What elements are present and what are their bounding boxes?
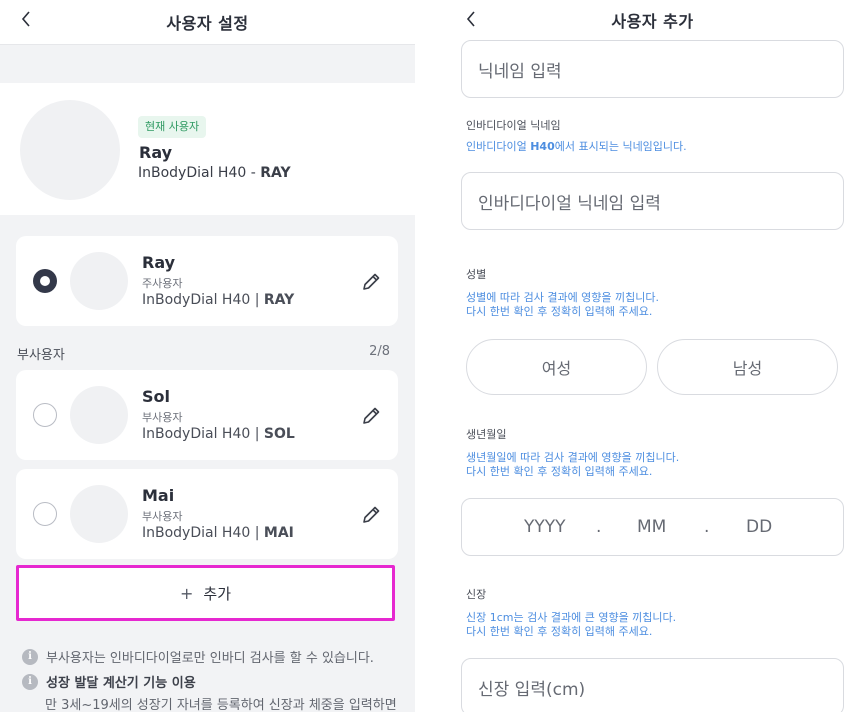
hint-line: 다시 한번 확인 후 정확히 입력해 주세요. <box>466 625 653 638</box>
height-field[interactable]: 신장 입력(cm) <box>461 658 844 712</box>
hint-line: 성별에 따라 검사 결과에 영향을 끼칩니다. <box>466 291 660 304</box>
sub-user-card[interactable]: Sol 부사용자 InBodyDial H40 | SOL <box>16 370 398 460</box>
device-id: RAY <box>260 165 291 181</box>
gender-male-button[interactable]: 남성 <box>657 339 838 395</box>
device-id: SOL <box>263 426 295 442</box>
sub-users-count: 2/8 <box>369 344 390 359</box>
nickname-field[interactable]: 닉네임 입력 <box>461 40 844 98</box>
main-user-card[interactable]: Ray 주사용자 InBodyDial H40 | RAY <box>16 236 398 326</box>
device-prefix: InBodyDial H40 | <box>142 525 264 541</box>
height-label: 신장 <box>466 588 487 601</box>
birth-month-input[interactable]: MM <box>637 517 666 537</box>
add-user-button[interactable]: + 추가 <box>16 565 395 621</box>
info-icon: i <box>22 673 38 690</box>
sub-users-title: 부사용자 <box>17 348 65 363</box>
height-hint: 신장 1cm는 검사 결과에 큰 영향을 끼칩니다. 다시 한번 확인 후 정확… <box>466 611 676 639</box>
user-device: InBodyDial H40 | MAI <box>142 525 294 541</box>
back-button[interactable] <box>459 7 483 31</box>
info-text: 성장 발달 계산기 기능 이용 <box>46 676 196 691</box>
user-role: 부사용자 <box>142 510 183 523</box>
user-name: Ray <box>142 253 176 272</box>
info-text: 부사용자는 인바디다이얼로만 인바디 검사를 할 수 있습니다. <box>46 651 374 666</box>
gender-hint: 성별에 따라 검사 결과에 영향을 끼칩니다. 다시 한번 확인 후 정확히 입… <box>466 291 659 319</box>
plus-icon: + <box>179 583 194 603</box>
user-name: Mai <box>142 486 175 505</box>
sub-user-card[interactable]: Mai 부사용자 InBodyDial H40 | MAI <box>16 469 398 559</box>
hint-line: 생년월일에 따라 검사 결과에 영향을 끼칩니다. <box>466 451 680 464</box>
current-user-badge: 현재 사용자 <box>138 116 207 138</box>
page-title: 사용자 설정 <box>166 14 249 33</box>
hint-line: 신장 1cm는 검사 결과에 큰 영향을 끼칩니다. <box>466 611 677 624</box>
current-user-device: InBodyDial H40 - RAY <box>138 165 291 181</box>
device-prefix: InBodyDial H40 | <box>142 426 264 442</box>
device-prefix: InBodyDial H40 - <box>138 165 261 181</box>
device-prefix: InBodyDial H40 | <box>142 292 264 308</box>
nav-bar: 사용자 설정 <box>0 0 415 45</box>
user-role: 주사용자 <box>142 277 183 290</box>
birthdate-field[interactable]: YYYY . MM . DD <box>461 498 844 556</box>
birth-hint: 생년월일에 따라 검사 결과에 영향을 끼칩니다. 다시 한번 확인 후 정확히… <box>466 451 679 479</box>
pencil-icon[interactable] <box>360 271 382 293</box>
info-subtext: 만 3세~19세의 성장기 자녀를 등록하여 신장과 체중을 입력하면 <box>45 698 397 712</box>
info-note: i 성장 발달 계산기 기능 이용 <box>22 672 196 691</box>
sub-user-radio[interactable] <box>33 502 57 526</box>
sub-user-radio[interactable] <box>33 403 57 427</box>
hint-post: 에서 표시되는 닉네임입니다. <box>554 140 687 153</box>
dial-nickname-label: 인바디다이얼 닉네임 <box>466 119 561 132</box>
current-user-panel: 현재 사용자 Ray InBodyDial H40 - RAY <box>0 83 415 215</box>
nickname-placeholder: 닉네임 입력 <box>478 62 562 82</box>
date-separator: . <box>704 517 710 537</box>
avatar <box>70 485 128 543</box>
gender-label: 성별 <box>466 268 487 281</box>
info-icon: i <box>22 648 38 665</box>
device-id: MAI <box>263 525 294 541</box>
avatar <box>20 100 120 200</box>
height-placeholder: 신장 입력(cm) <box>478 680 586 700</box>
info-note: i 부사용자는 인바디다이얼로만 인바디 검사를 할 수 있습니다. <box>22 647 374 666</box>
current-user-name: Ray <box>139 143 173 162</box>
pencil-icon[interactable] <box>360 405 382 427</box>
birth-label: 생년월일 <box>466 428 507 441</box>
page-title: 사용자 추가 <box>611 12 694 31</box>
sub-users-header: 부사용자 2/8 <box>0 340 415 364</box>
avatar <box>70 252 128 310</box>
hint-pre: 인바디다이얼 <box>466 140 531 153</box>
user-device: InBodyDial H40 | RAY <box>142 292 294 308</box>
dial-nickname-field[interactable]: 인바디다이얼 닉네임 입력 <box>461 172 844 230</box>
avatar <box>70 386 128 444</box>
main-user-radio[interactable] <box>33 269 57 293</box>
hint-line: 다시 한번 확인 후 정확히 입력해 주세요. <box>466 305 653 318</box>
birth-day-input[interactable]: DD <box>746 517 772 537</box>
hint-line: 다시 한번 확인 후 정확히 입력해 주세요. <box>466 465 653 478</box>
user-settings-screen: 사용자 설정 현재 사용자 Ray InBodyDial H40 - RAY R… <box>0 0 415 712</box>
device-id: RAY <box>263 292 295 308</box>
pencil-icon[interactable] <box>360 504 382 526</box>
chevron-left-icon <box>21 11 30 27</box>
birth-year-input[interactable]: YYYY <box>524 517 566 537</box>
user-device: InBodyDial H40 | SOL <box>142 426 295 442</box>
nav-bar: 사용자 추가 <box>445 0 860 40</box>
user-name: Sol <box>142 387 170 406</box>
user-role: 부사용자 <box>142 411 183 424</box>
date-separator: . <box>596 517 602 537</box>
dial-nickname-hint: 인바디다이얼 H40에서 표시되는 닉네임입니다. <box>466 140 687 154</box>
gender-female-button[interactable]: 여성 <box>466 339 647 395</box>
chevron-left-icon <box>466 11 475 27</box>
add-user-screen: 닉네임 입력 사용자 추가 인바디다이얼 닉네임 인바디다이얼 H40에서 표시… <box>445 0 860 712</box>
back-button[interactable] <box>14 7 38 31</box>
add-user-label: 추가 <box>203 584 231 603</box>
dial-nickname-placeholder: 인바디다이얼 닉네임 입력 <box>478 194 661 214</box>
hint-device: H40 <box>530 140 555 153</box>
